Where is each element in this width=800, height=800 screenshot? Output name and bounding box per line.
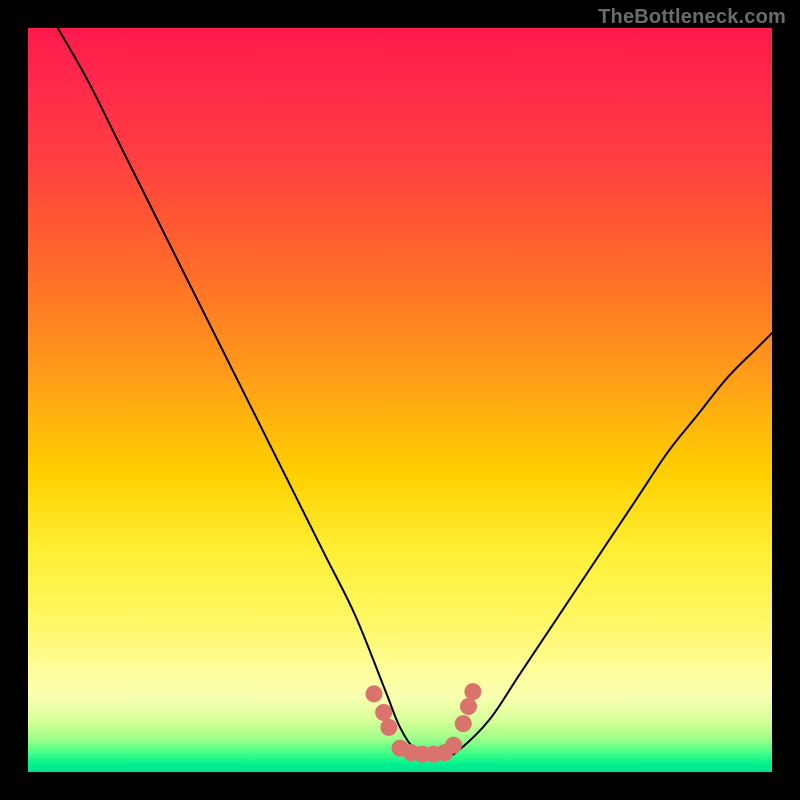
chart-frame: TheBottleneck.com	[0, 0, 800, 800]
bottleneck-curve	[58, 28, 772, 758]
watermark-text: TheBottleneck.com	[598, 6, 786, 29]
marker-dot	[464, 683, 481, 700]
marker-dot	[375, 704, 392, 721]
marker-dot	[445, 737, 462, 754]
marker-dot	[455, 715, 472, 732]
curve-svg	[28, 28, 772, 772]
marker-dot	[460, 698, 477, 715]
marker-dot	[380, 719, 397, 736]
marker-dot	[365, 685, 382, 702]
marker-group	[365, 683, 481, 762]
plot-area	[28, 28, 772, 772]
